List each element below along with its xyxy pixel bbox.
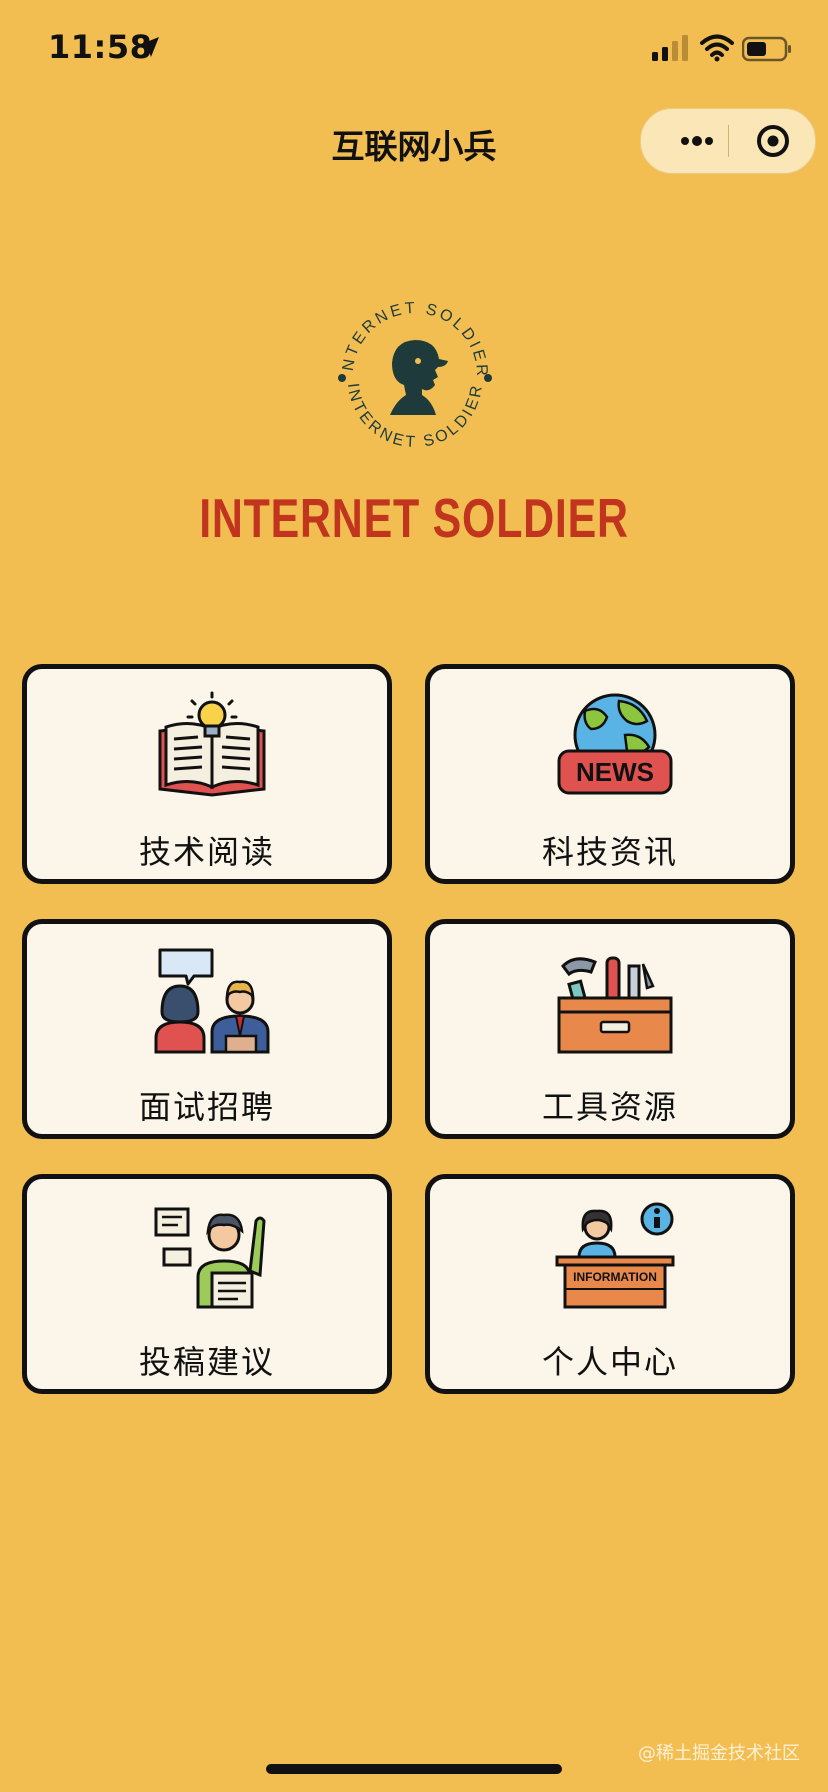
news-icon-text: NEWS [576,757,654,787]
soldier-silhouette-icon [390,340,448,415]
menu-card-label: 面试招聘 [138,1088,275,1126]
menu-card-tech-reading[interactable]: 技术阅读 [22,664,392,884]
status-bar: 11:58 [0,0,828,100]
logo-ring-text-top: INTERNET SOLDIER [250,285,487,379]
menu-card-label: 技术阅读 [138,833,275,871]
menu-card-label: 科技资讯 [541,833,678,871]
capsule-divider [728,125,729,157]
menu-card-tech-news[interactable]: NEWS 科技资讯 [425,664,795,884]
information-desk-icon: INFORMATION [555,1202,675,1309]
soldier-logo-emblem: INTERNET SOLDIER INTERNET SOLDIER [250,285,492,451]
book-lightbulb-icon [158,691,266,797]
menu-card-tool-resources[interactable]: 工具资源 [425,919,795,1139]
svg-text:INTERNET SOLDIER: INTERNET SOLDIER [250,285,490,379]
menu-card-label: 投稿建议 [138,1343,275,1381]
menu-card-label: 个人中心 [541,1343,678,1381]
news-globe-icon: NEWS [557,693,673,795]
location-arrow-icon [139,37,159,57]
information-icon-text: INFORMATION [573,1270,657,1284]
watermark: @稀土掘金技术社区 [638,1743,800,1764]
menu-card-interview-jobs[interactable]: 面试招聘 [22,919,392,1139]
menu-card-label: 工具资源 [541,1088,678,1126]
menu-card-submit-suggestion[interactable]: 投稿建议 [22,1174,392,1394]
home-indicator[interactable] [266,1764,562,1774]
submit-suggestion-icon [154,1207,266,1309]
mini-program-capsule [640,108,816,174]
close-mini-program-icon[interactable] [741,109,805,173]
interview-people-icon [154,948,270,1054]
menu-card-personal-center[interactable]: INFORMATION 个人中心 [425,1174,795,1394]
toolbox-icon [557,956,673,1054]
battery-icon [742,36,791,62]
more-options-icon[interactable] [665,109,729,173]
cellular-signal-icon [652,35,688,61]
brand-wordmark: INTERNET SOLDIER [199,487,629,549]
wifi-icon [700,34,734,62]
